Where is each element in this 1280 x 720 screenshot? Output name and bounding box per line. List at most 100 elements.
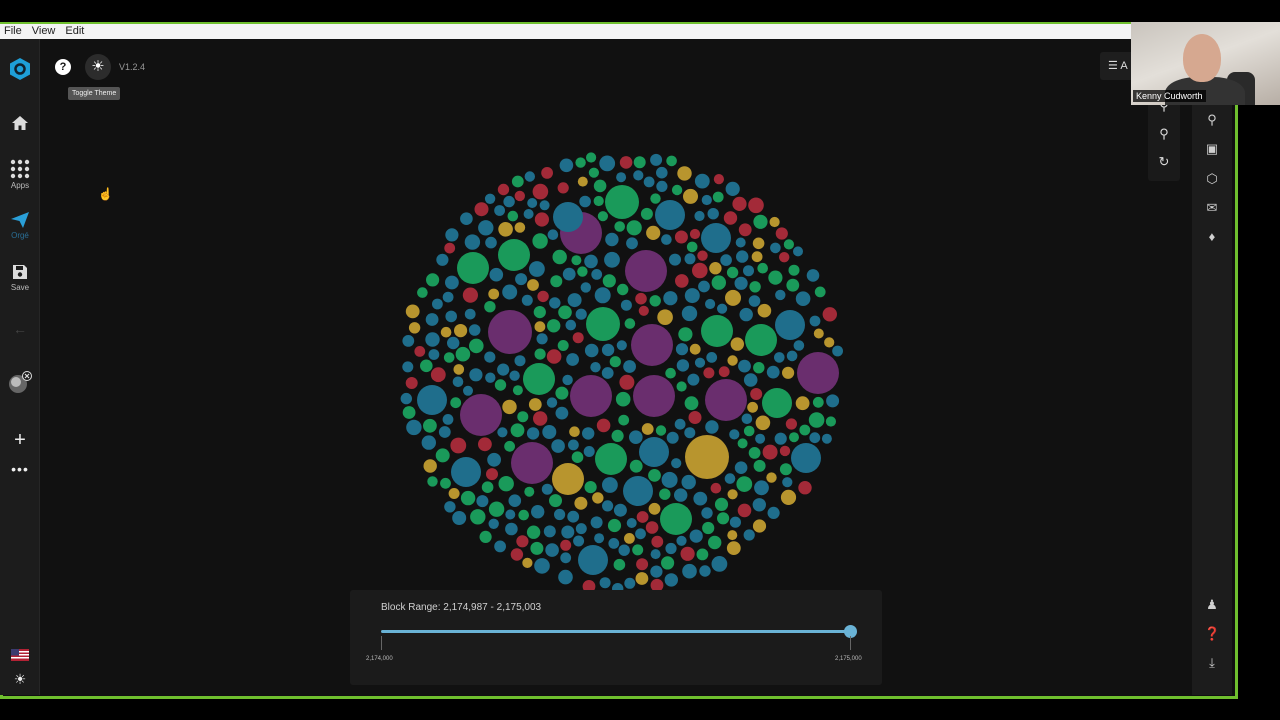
block-bubble[interactable]: [785, 418, 798, 430]
block-bubble[interactable]: [406, 419, 422, 436]
block-bubble[interactable]: [631, 324, 673, 366]
block-bubble[interactable]: [677, 166, 692, 181]
block-bubble[interactable]: [671, 458, 682, 469]
block-bubble[interactable]: [665, 542, 677, 555]
help-icon[interactable]: ?: [55, 59, 71, 75]
block-bubble[interactable]: [825, 416, 837, 427]
block-bubble[interactable]: [633, 375, 675, 417]
block-bubble[interactable]: [469, 368, 483, 382]
block-bubble[interactable]: [402, 361, 414, 373]
block-bubble[interactable]: [573, 535, 585, 547]
block-bubble[interactable]: [793, 246, 803, 257]
theme-button-bottom[interactable]: ☀: [0, 671, 40, 688]
block-bubble[interactable]: [455, 346, 471, 362]
block-bubble[interactable]: [698, 280, 710, 293]
block-bubble[interactable]: [641, 423, 654, 435]
block-bubble[interactable]: [561, 525, 575, 539]
block-bubble[interactable]: [714, 497, 729, 511]
block-bubble[interactable]: [717, 512, 730, 525]
block-bubble[interactable]: [498, 239, 530, 271]
block-bubble[interactable]: [511, 442, 553, 484]
block-bubble[interactable]: [488, 310, 532, 354]
reset-view-button[interactable]: ↻: [1156, 154, 1172, 170]
block-bubble[interactable]: [636, 558, 649, 571]
block-bubble[interactable]: [604, 251, 620, 268]
block-bubble[interactable]: [593, 195, 604, 207]
block-bubble[interactable]: [775, 227, 788, 240]
block-bubble[interactable]: [505, 522, 518, 536]
block-bubble[interactable]: [757, 303, 772, 318]
block-bubble[interactable]: [522, 557, 533, 569]
block-bubble[interactable]: [806, 269, 820, 282]
block-bubble[interactable]: [730, 337, 744, 351]
block-bubble[interactable]: [624, 318, 636, 329]
block-bubble[interactable]: [420, 359, 433, 373]
block-bubble[interactable]: [779, 445, 791, 457]
block-bubble[interactable]: [494, 205, 505, 216]
block-bubble[interactable]: [702, 521, 715, 535]
block-bubble[interactable]: [450, 397, 462, 409]
block-bubble[interactable]: [479, 530, 492, 543]
block-bubble[interactable]: [724, 473, 736, 484]
block-bubble[interactable]: [753, 459, 766, 472]
block-bubble[interactable]: [616, 340, 627, 351]
block-bubble[interactable]: [527, 198, 538, 208]
mail-button[interactable]: ✉: [1204, 200, 1220, 216]
block-bubble[interactable]: [738, 223, 752, 237]
block-bubble[interactable]: [664, 573, 678, 587]
block-bubble[interactable]: [580, 282, 591, 293]
block-bubble[interactable]: [748, 447, 761, 459]
block-bubble[interactable]: [541, 483, 553, 495]
block-bubble[interactable]: [511, 175, 524, 188]
block-bubble[interactable]: [684, 288, 700, 304]
block-bubble[interactable]: [726, 266, 739, 279]
block-bubble[interactable]: [685, 435, 729, 479]
block-bubble[interactable]: [743, 425, 755, 437]
block-bubble[interactable]: [705, 420, 719, 434]
ai-badge-button[interactable]: [0, 371, 40, 395]
block-bubble[interactable]: [584, 343, 599, 358]
block-bubble[interactable]: [485, 372, 496, 383]
block-bubble[interactable]: [601, 367, 614, 379]
block-bubble[interactable]: [739, 307, 753, 322]
block-bubble[interactable]: [577, 266, 588, 277]
block-bubble[interactable]: [546, 397, 558, 408]
block-bubble[interactable]: [489, 267, 504, 282]
block-bubble[interactable]: [623, 476, 653, 506]
block-bubble[interactable]: [484, 351, 496, 363]
block-bubble[interactable]: [697, 250, 708, 261]
block-bubble[interactable]: [450, 437, 467, 454]
block-bubble[interactable]: [568, 439, 579, 451]
add-button[interactable]: +: [0, 429, 40, 452]
block-bubble[interactable]: [617, 283, 629, 296]
block-bubble[interactable]: [626, 237, 638, 250]
block-bubble[interactable]: [678, 327, 693, 342]
block-bubble[interactable]: [629, 459, 643, 473]
block-bubble[interactable]: [498, 476, 514, 492]
block-bubble[interactable]: [562, 267, 576, 281]
block-bubble[interactable]: [426, 273, 440, 287]
block-bubble[interactable]: [675, 274, 689, 288]
more-button[interactable]: •••: [0, 461, 40, 477]
block-bubble[interactable]: [711, 275, 726, 290]
block-bubble[interactable]: [809, 432, 821, 444]
block-bubble[interactable]: [768, 270, 783, 285]
block-bubble[interactable]: [602, 274, 616, 288]
block-bubble[interactable]: [400, 392, 412, 405]
block-bubble[interactable]: [447, 336, 460, 350]
block-bubble[interactable]: [527, 279, 539, 291]
block-bubble[interactable]: [640, 207, 653, 220]
block-bubble[interactable]: [795, 291, 811, 306]
block-bubble[interactable]: [601, 343, 615, 357]
block-bubble[interactable]: [694, 210, 705, 222]
back-button[interactable]: ←: [0, 321, 40, 337]
block-bubble[interactable]: [597, 211, 609, 222]
zoom-in-button[interactable]: ⚲: [1156, 126, 1172, 142]
block-bubble[interactable]: [743, 529, 755, 541]
block-bubble[interactable]: [624, 533, 635, 544]
block-bubble[interactable]: [571, 255, 582, 266]
block-bubble[interactable]: [747, 401, 758, 413]
block-bubble[interactable]: [782, 366, 795, 379]
bell-button[interactable]: ♦: [1204, 229, 1220, 245]
block-bubble[interactable]: [514, 355, 526, 367]
